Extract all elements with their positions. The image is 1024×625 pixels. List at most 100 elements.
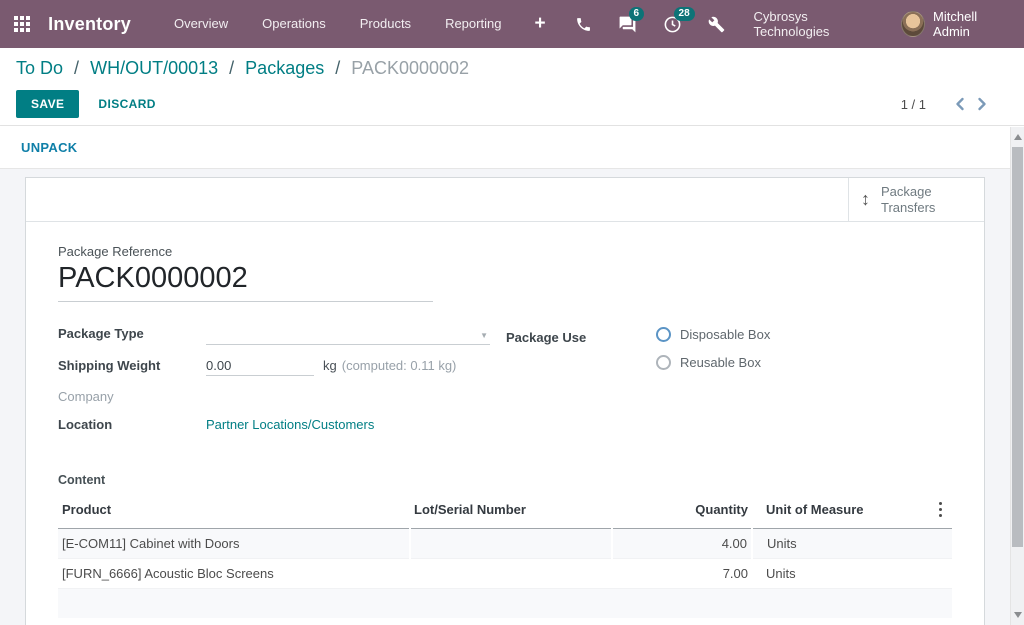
package-type-label: Package Type xyxy=(58,326,206,341)
debug-tools-icon[interactable] xyxy=(695,0,738,48)
menu-products[interactable]: Products xyxy=(343,0,428,48)
package-transfers-button[interactable]: ↕ Package Transfers xyxy=(848,178,984,221)
vertical-scrollbar[interactable] xyxy=(1010,127,1024,625)
cell-options xyxy=(924,558,952,588)
col-header-product[interactable]: Product xyxy=(58,493,410,529)
radio-label-disposable: Disposable Box xyxy=(680,327,770,342)
radio-reusable-box[interactable]: Reusable Box xyxy=(656,355,770,370)
cell-quantity[interactable]: 7.00 xyxy=(612,558,752,588)
unpack-button[interactable]: UNPACK xyxy=(21,140,77,155)
user-avatar xyxy=(901,11,925,37)
form-view: ↕ Package Transfers Package Reference PA… xyxy=(0,169,1024,625)
shipping-weight-label: Shipping Weight xyxy=(58,358,206,373)
breadcrumb-picking[interactable]: WH/OUT/00013 xyxy=(90,58,218,78)
apps-grid-icon xyxy=(14,16,30,32)
cell-lot[interactable] xyxy=(410,528,612,558)
location-link[interactable]: Partner Locations/Customers xyxy=(206,417,374,432)
cell-product[interactable]: [E-COM11] Cabinet with Doors xyxy=(58,528,410,558)
table-row[interactable]: [FURN_6666] Acoustic Bloc Screens 7.00 U… xyxy=(58,558,952,588)
breadcrumb-separator: / xyxy=(229,58,234,78)
discard-button[interactable]: DISCARD xyxy=(98,97,155,111)
company-label: Company xyxy=(58,389,206,404)
apps-menu-button[interactable] xyxy=(0,0,44,48)
user-name: Mitchell Admin xyxy=(933,9,1010,39)
form-statusbar: UNPACK xyxy=(0,126,1024,169)
company-row: Company xyxy=(58,389,490,404)
radio-disposable-box[interactable]: Disposable Box xyxy=(656,327,770,342)
breadcrumb-separator: / xyxy=(335,58,340,78)
package-type-row: Package Type ▼ xyxy=(58,326,490,345)
cell-product[interactable]: [FURN_6666] Acoustic Bloc Screens xyxy=(58,558,410,588)
weight-computed-hint: (computed: 0.11 kg) xyxy=(342,358,457,373)
cell-uom[interactable]: Units xyxy=(752,558,924,588)
location-label: Location xyxy=(58,417,206,432)
col-header-options xyxy=(924,493,952,529)
activities-badge: 28 xyxy=(674,7,695,21)
smart-label-line1: Package xyxy=(881,184,932,199)
pager-next-icon[interactable] xyxy=(971,95,994,113)
radio-icon xyxy=(656,327,671,342)
table-row[interactable]: [E-COM11] Cabinet with Doors 4.00 Units xyxy=(58,528,952,558)
pager-previous-icon[interactable] xyxy=(948,95,971,113)
activities-clock-icon[interactable]: 28 xyxy=(650,0,695,48)
radio-label-reusable: Reusable Box xyxy=(680,355,761,370)
package-reference-label: Package Reference xyxy=(58,244,952,259)
cell-lot[interactable] xyxy=(410,558,612,588)
cell-options xyxy=(924,528,952,558)
messages-badge: 6 xyxy=(629,7,645,21)
package-reference-input[interactable]: PACK0000002 xyxy=(58,261,433,302)
content-table-header: Product Lot/Serial Number Quantity Unit … xyxy=(58,493,952,529)
save-button[interactable]: SAVE xyxy=(16,90,79,118)
plus-icon[interactable]: + xyxy=(518,1,561,47)
package-type-dropdown[interactable]: ▼ xyxy=(206,328,490,345)
pager: 1 / 1 xyxy=(901,95,994,113)
form-sheet: ↕ Package Transfers Package Reference PA… xyxy=(25,177,985,625)
cell-uom[interactable]: Units xyxy=(752,528,924,558)
col-header-uom[interactable]: Unit of Measure xyxy=(752,493,924,529)
smart-label-line2: Transfers xyxy=(881,200,935,215)
content-section-label: Content xyxy=(58,473,952,487)
form-columns: Package Type ▼ Shipping Weight kg (compu… xyxy=(58,326,952,445)
col-header-lot[interactable]: Lot/Serial Number xyxy=(410,493,612,529)
menu-operations[interactable]: Operations xyxy=(245,0,343,48)
content-table: Product Lot/Serial Number Quantity Unit … xyxy=(58,493,952,618)
location-row: Location Partner Locations/Customers xyxy=(58,417,490,432)
page: Inventory Overview Operations Products R… xyxy=(0,0,1024,625)
breadcrumb: To Do / WH/OUT/00013 / Packages / PACK00… xyxy=(16,58,1008,79)
app-title[interactable]: Inventory xyxy=(48,14,131,35)
breadcrumb-separator: / xyxy=(74,58,79,78)
breadcrumb-current: PACK0000002 xyxy=(351,58,469,78)
user-menu[interactable]: Mitchell Admin xyxy=(901,9,1010,39)
menu-reporting[interactable]: Reporting xyxy=(428,0,518,48)
company-switcher[interactable]: Cybrosys Technologies xyxy=(754,9,877,39)
topbar-right: 6 28 Cybrosys Technologies Mitchell Admi… xyxy=(562,0,1010,48)
shipping-weight-row: Shipping Weight kg (computed: 0.11 kg) xyxy=(58,358,490,376)
scroll-up-icon[interactable] xyxy=(1014,134,1022,140)
breadcrumb-packages[interactable]: Packages xyxy=(245,58,324,78)
scroll-down-icon[interactable] xyxy=(1014,612,1022,618)
table-row-empty[interactable] xyxy=(58,588,952,618)
messages-icon[interactable]: 6 xyxy=(605,0,650,48)
package-use-radios: Disposable Box Reusable Box xyxy=(656,326,770,383)
phone-icon[interactable] xyxy=(562,0,605,48)
sort-updown-icon: ↕ xyxy=(861,189,870,210)
shipping-weight-input[interactable] xyxy=(206,358,314,376)
chevron-down-icon: ▼ xyxy=(480,331,490,340)
control-panel-buttons: SAVE DISCARD 1 / 1 xyxy=(16,90,1008,118)
form-column-right: Package Use Disposable Box Reusable Box xyxy=(506,326,952,445)
optional-columns-icon[interactable] xyxy=(933,499,948,521)
menu-overview[interactable]: Overview xyxy=(157,0,245,48)
sheet-body: Package Reference PACK0000002 Package Ty… xyxy=(26,222,984,618)
radio-icon xyxy=(656,355,671,370)
package-use-label: Package Use xyxy=(506,330,656,345)
cell-quantity[interactable]: 4.00 xyxy=(612,528,752,558)
breadcrumb-todo[interactable]: To Do xyxy=(16,58,63,78)
scrollbar-thumb[interactable] xyxy=(1012,147,1023,547)
package-use-row: Package Use Disposable Box Reusable Box xyxy=(506,326,952,383)
package-transfers-label: Package Transfers xyxy=(881,184,935,215)
weight-unit: kg xyxy=(323,358,337,373)
top-navbar: Inventory Overview Operations Products R… xyxy=(0,0,1024,48)
control-panel: To Do / WH/OUT/00013 / Packages / PACK00… xyxy=(0,48,1024,126)
col-header-quantity[interactable]: Quantity xyxy=(612,493,752,529)
form-column-left: Package Type ▼ Shipping Weight kg (compu… xyxy=(58,326,490,445)
